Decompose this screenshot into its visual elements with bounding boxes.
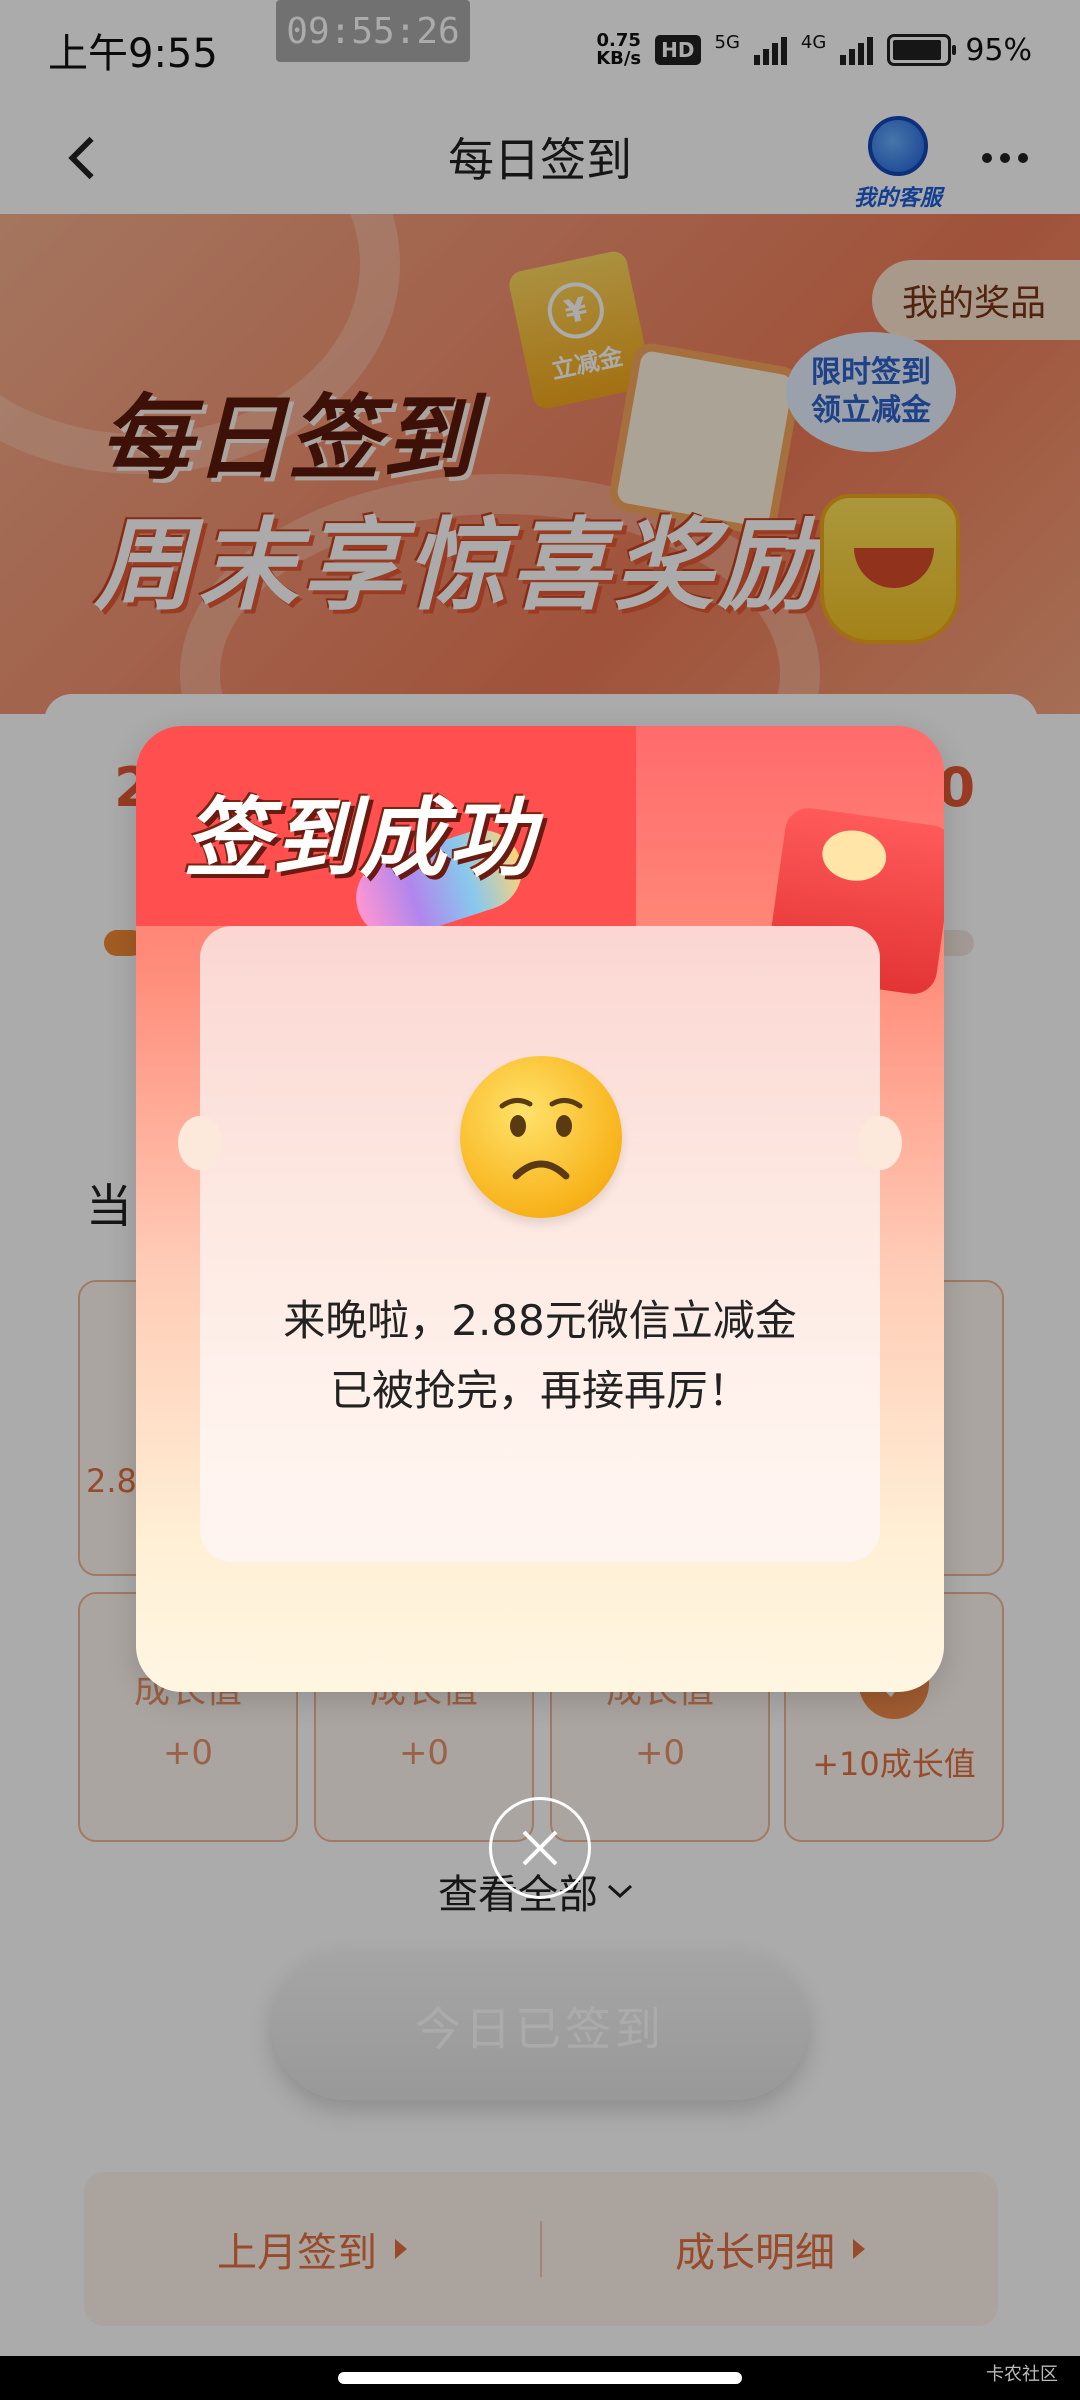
modal-message: 来晚啦，2.88元微信立减金 已被抢完，再接再厉！ (200, 1286, 880, 1426)
sign-success-modal: 签到成功 来晚啦，2.88元微信立减金 已被抢完，再接再厉！ (136, 726, 944, 1692)
close-icon (522, 1830, 558, 1866)
ticket-notch-right (858, 1116, 902, 1170)
modal-content-panel (200, 926, 880, 1562)
screen: 上午9:55 09:55:26 0.75 KB/s HD 5G 4G 95% 每… (0, 0, 1080, 2400)
sad-face-icon (460, 1056, 622, 1218)
home-indicator[interactable] (338, 2372, 742, 2384)
modal-message-line1: 来晚啦，2.88元微信立减金 (283, 1296, 797, 1345)
close-modal-button[interactable] (489, 1797, 591, 1899)
modal-message-line2: 已被抢完，再接再厉！ (329, 1366, 750, 1415)
modal-title: 签到成功 (184, 789, 536, 889)
ticket-notch-left (178, 1116, 222, 1170)
watermark: 卡农社区 (986, 2364, 1058, 2385)
